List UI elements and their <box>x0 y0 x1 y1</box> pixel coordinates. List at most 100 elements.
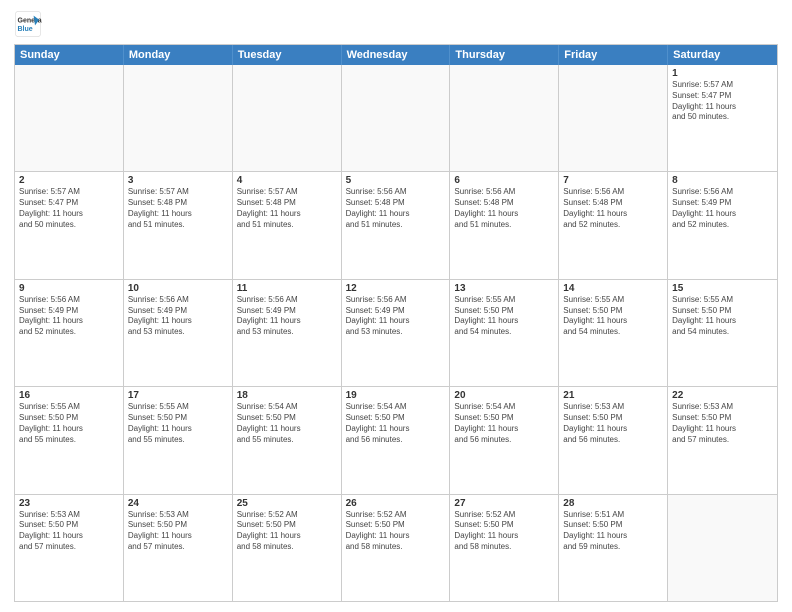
day-info: Sunrise: 5:54 AM Sunset: 5:50 PM Dayligh… <box>346 402 446 445</box>
day-number: 12 <box>346 283 446 294</box>
day-info: Sunrise: 5:55 AM Sunset: 5:50 PM Dayligh… <box>563 295 663 338</box>
weekday-header: Thursday <box>450 45 559 65</box>
day-info: Sunrise: 5:52 AM Sunset: 5:50 PM Dayligh… <box>346 510 446 553</box>
calendar-row: 1Sunrise: 5:57 AM Sunset: 5:47 PM Daylig… <box>15 65 777 171</box>
calendar-cell: 12Sunrise: 5:56 AM Sunset: 5:49 PM Dayli… <box>342 280 451 386</box>
calendar-cell <box>668 495 777 601</box>
calendar-cell: 28Sunrise: 5:51 AM Sunset: 5:50 PM Dayli… <box>559 495 668 601</box>
weekday-header: Friday <box>559 45 668 65</box>
day-number: 9 <box>19 283 119 294</box>
calendar-cell: 6Sunrise: 5:56 AM Sunset: 5:48 PM Daylig… <box>450 172 559 278</box>
page: General Blue SundayMondayTuesdayWednesda… <box>0 0 792 612</box>
weekday-header: Tuesday <box>233 45 342 65</box>
calendar-cell <box>233 65 342 171</box>
weekday-header: Wednesday <box>342 45 451 65</box>
day-number: 1 <box>672 68 773 79</box>
day-info: Sunrise: 5:57 AM Sunset: 5:47 PM Dayligh… <box>672 80 773 123</box>
svg-text:General: General <box>18 18 43 25</box>
day-info: Sunrise: 5:56 AM Sunset: 5:48 PM Dayligh… <box>454 187 554 230</box>
day-number: 5 <box>346 175 446 186</box>
calendar-cell <box>450 65 559 171</box>
day-number: 20 <box>454 390 554 401</box>
calendar-cell <box>342 65 451 171</box>
day-number: 6 <box>454 175 554 186</box>
day-number: 23 <box>19 498 119 509</box>
calendar-cell: 1Sunrise: 5:57 AM Sunset: 5:47 PM Daylig… <box>668 65 777 171</box>
day-info: Sunrise: 5:52 AM Sunset: 5:50 PM Dayligh… <box>454 510 554 553</box>
day-info: Sunrise: 5:56 AM Sunset: 5:48 PM Dayligh… <box>346 187 446 230</box>
day-info: Sunrise: 5:54 AM Sunset: 5:50 PM Dayligh… <box>237 402 337 445</box>
day-info: Sunrise: 5:55 AM Sunset: 5:50 PM Dayligh… <box>454 295 554 338</box>
calendar-row: 9Sunrise: 5:56 AM Sunset: 5:49 PM Daylig… <box>15 279 777 386</box>
day-info: Sunrise: 5:52 AM Sunset: 5:50 PM Dayligh… <box>237 510 337 553</box>
weekday-header: Sunday <box>15 45 124 65</box>
day-info: Sunrise: 5:51 AM Sunset: 5:50 PM Dayligh… <box>563 510 663 553</box>
calendar-cell: 9Sunrise: 5:56 AM Sunset: 5:49 PM Daylig… <box>15 280 124 386</box>
calendar-cell: 27Sunrise: 5:52 AM Sunset: 5:50 PM Dayli… <box>450 495 559 601</box>
day-number: 11 <box>237 283 337 294</box>
day-info: Sunrise: 5:56 AM Sunset: 5:49 PM Dayligh… <box>237 295 337 338</box>
day-info: Sunrise: 5:55 AM Sunset: 5:50 PM Dayligh… <box>128 402 228 445</box>
day-number: 24 <box>128 498 228 509</box>
day-info: Sunrise: 5:56 AM Sunset: 5:49 PM Dayligh… <box>672 187 773 230</box>
calendar-cell: 4Sunrise: 5:57 AM Sunset: 5:48 PM Daylig… <box>233 172 342 278</box>
calendar-cell: 14Sunrise: 5:55 AM Sunset: 5:50 PM Dayli… <box>559 280 668 386</box>
day-info: Sunrise: 5:53 AM Sunset: 5:50 PM Dayligh… <box>128 510 228 553</box>
calendar-cell: 26Sunrise: 5:52 AM Sunset: 5:50 PM Dayli… <box>342 495 451 601</box>
day-number: 2 <box>19 175 119 186</box>
calendar-cell: 3Sunrise: 5:57 AM Sunset: 5:48 PM Daylig… <box>124 172 233 278</box>
day-number: 10 <box>128 283 228 294</box>
calendar-cell: 23Sunrise: 5:53 AM Sunset: 5:50 PM Dayli… <box>15 495 124 601</box>
logo: General Blue <box>14 10 46 38</box>
weekday-header: Saturday <box>668 45 777 65</box>
calendar-cell: 15Sunrise: 5:55 AM Sunset: 5:50 PM Dayli… <box>668 280 777 386</box>
day-info: Sunrise: 5:55 AM Sunset: 5:50 PM Dayligh… <box>672 295 773 338</box>
calendar-cell: 17Sunrise: 5:55 AM Sunset: 5:50 PM Dayli… <box>124 387 233 493</box>
day-info: Sunrise: 5:57 AM Sunset: 5:48 PM Dayligh… <box>237 187 337 230</box>
calendar-cell: 22Sunrise: 5:53 AM Sunset: 5:50 PM Dayli… <box>668 387 777 493</box>
calendar: SundayMondayTuesdayWednesdayThursdayFrid… <box>14 44 778 602</box>
day-number: 8 <box>672 175 773 186</box>
calendar-cell: 10Sunrise: 5:56 AM Sunset: 5:49 PM Dayli… <box>124 280 233 386</box>
day-number: 21 <box>563 390 663 401</box>
day-number: 19 <box>346 390 446 401</box>
day-info: Sunrise: 5:57 AM Sunset: 5:48 PM Dayligh… <box>128 187 228 230</box>
day-number: 15 <box>672 283 773 294</box>
calendar-cell: 24Sunrise: 5:53 AM Sunset: 5:50 PM Dayli… <box>124 495 233 601</box>
day-info: Sunrise: 5:56 AM Sunset: 5:48 PM Dayligh… <box>563 187 663 230</box>
day-number: 17 <box>128 390 228 401</box>
calendar-cell <box>559 65 668 171</box>
logo-icon: General Blue <box>14 10 42 38</box>
weekday-header: Monday <box>124 45 233 65</box>
calendar-cell: 25Sunrise: 5:52 AM Sunset: 5:50 PM Dayli… <box>233 495 342 601</box>
day-info: Sunrise: 5:56 AM Sunset: 5:49 PM Dayligh… <box>19 295 119 338</box>
day-number: 7 <box>563 175 663 186</box>
calendar-cell: 21Sunrise: 5:53 AM Sunset: 5:50 PM Dayli… <box>559 387 668 493</box>
calendar-row: 2Sunrise: 5:57 AM Sunset: 5:47 PM Daylig… <box>15 171 777 278</box>
calendar-cell <box>124 65 233 171</box>
calendar-cell: 2Sunrise: 5:57 AM Sunset: 5:47 PM Daylig… <box>15 172 124 278</box>
svg-text:Blue: Blue <box>18 26 33 33</box>
calendar-cell: 20Sunrise: 5:54 AM Sunset: 5:50 PM Dayli… <box>450 387 559 493</box>
calendar-row: 23Sunrise: 5:53 AM Sunset: 5:50 PM Dayli… <box>15 494 777 601</box>
day-number: 26 <box>346 498 446 509</box>
day-number: 27 <box>454 498 554 509</box>
day-number: 25 <box>237 498 337 509</box>
calendar-cell: 18Sunrise: 5:54 AM Sunset: 5:50 PM Dayli… <box>233 387 342 493</box>
day-number: 3 <box>128 175 228 186</box>
header: General Blue <box>14 10 778 38</box>
calendar-cell: 7Sunrise: 5:56 AM Sunset: 5:48 PM Daylig… <box>559 172 668 278</box>
day-info: Sunrise: 5:56 AM Sunset: 5:49 PM Dayligh… <box>346 295 446 338</box>
day-number: 16 <box>19 390 119 401</box>
day-info: Sunrise: 5:55 AM Sunset: 5:50 PM Dayligh… <box>19 402 119 445</box>
day-info: Sunrise: 5:53 AM Sunset: 5:50 PM Dayligh… <box>672 402 773 445</box>
day-info: Sunrise: 5:57 AM Sunset: 5:47 PM Dayligh… <box>19 187 119 230</box>
day-info: Sunrise: 5:53 AM Sunset: 5:50 PM Dayligh… <box>19 510 119 553</box>
day-info: Sunrise: 5:56 AM Sunset: 5:49 PM Dayligh… <box>128 295 228 338</box>
day-info: Sunrise: 5:54 AM Sunset: 5:50 PM Dayligh… <box>454 402 554 445</box>
calendar-cell: 13Sunrise: 5:55 AM Sunset: 5:50 PM Dayli… <box>450 280 559 386</box>
calendar-cell <box>15 65 124 171</box>
calendar-cell: 11Sunrise: 5:56 AM Sunset: 5:49 PM Dayli… <box>233 280 342 386</box>
calendar-header: SundayMondayTuesdayWednesdayThursdayFrid… <box>15 45 777 65</box>
day-number: 4 <box>237 175 337 186</box>
